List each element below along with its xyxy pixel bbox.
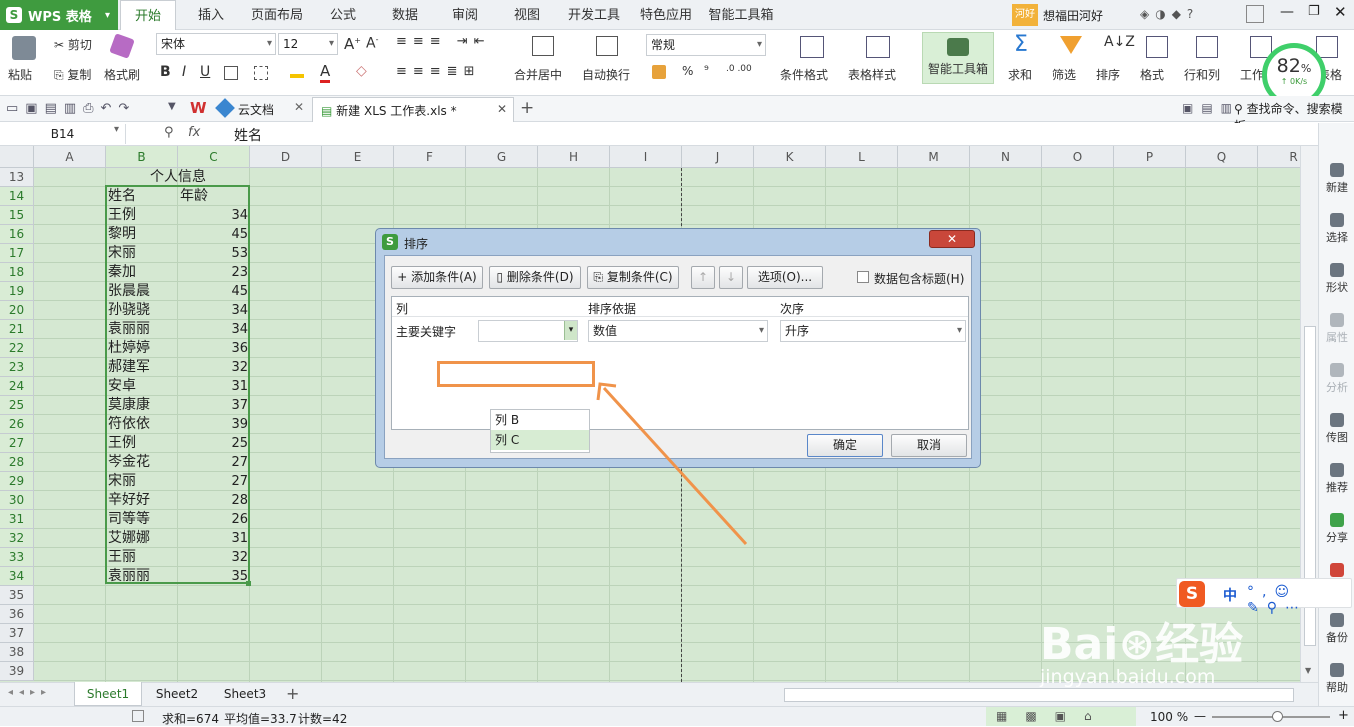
- baidu-watermark-logo: Bai⊛经验: [1040, 619, 1244, 670]
- watermark-site: jingyan.baidu.com: [1040, 666, 1216, 688]
